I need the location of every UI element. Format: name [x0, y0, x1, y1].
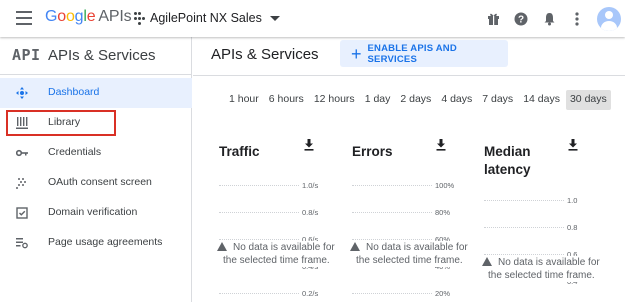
time-range-selector: 1 hour 6 hours 12 hours 1 day 2 days 4 d…: [225, 90, 613, 110]
plus-icon: +: [351, 43, 362, 64]
project-dots-icon: [134, 11, 145, 25]
sidebar-item-page-usage[interactable]: Page usage agreements: [0, 228, 192, 258]
card-title: Traffic: [219, 144, 260, 159]
download-icon[interactable]: [436, 139, 446, 151]
key-icon: [16, 149, 28, 157]
library-highlight-box: [6, 110, 116, 136]
gridline: [219, 185, 299, 186]
sidebar-item-credentials[interactable]: Credentials: [0, 138, 192, 168]
project-name: AgilePoint NX Sales: [150, 11, 262, 25]
api-logo-icon: API: [12, 46, 41, 64]
header-divider: [193, 75, 625, 76]
gridline: [352, 212, 432, 213]
gift-icon[interactable]: [479, 5, 507, 33]
warning-icon: [217, 242, 227, 251]
account-avatar-icon[interactable]: [597, 6, 621, 31]
sidebar: API APIs & Services Dashboard Library Cr…: [0, 37, 192, 302]
help-icon[interactable]: ?: [507, 5, 535, 33]
consent-icon: [16, 178, 26, 189]
download-icon[interactable]: [304, 139, 314, 151]
range-6-hours[interactable]: 6 hours: [265, 90, 308, 110]
sidebar-item-label: Dashboard: [48, 86, 100, 98]
enable-apis-button[interactable]: + ENABLE APIS AND SERVICES: [340, 40, 508, 67]
gridline: [352, 239, 432, 240]
settings-list-icon: [16, 238, 28, 249]
google-apis-logo[interactable]: Google APIs: [45, 8, 132, 26]
project-selector[interactable]: AgilePoint NX Sales: [134, 8, 280, 28]
gridline: [219, 293, 299, 294]
download-icon[interactable]: [568, 139, 578, 151]
range-14-days[interactable]: 14 days: [519, 90, 564, 110]
no-data-message: No data is available for the selected ti…: [217, 241, 337, 267]
sidebar-item-label: Domain verification: [48, 206, 138, 218]
y-tick-label: 1.0: [567, 196, 578, 205]
no-data-message: No data is available for the selected ti…: [482, 256, 602, 282]
range-4-days[interactable]: 4 days: [437, 90, 476, 110]
card-title: Errors: [352, 144, 393, 159]
dropdown-arrow-icon: [269, 15, 280, 21]
no-data-message: No data is available for the selected ti…: [350, 241, 470, 267]
sidebar-item-domain-verification[interactable]: Domain verification: [0, 198, 192, 228]
checkbox-icon: [16, 207, 28, 219]
sidebar-item-dashboard[interactable]: Dashboard: [0, 78, 192, 108]
y-tick-label: 80%: [435, 208, 451, 217]
gridline: [219, 212, 299, 213]
gridline: [352, 293, 432, 294]
y-tick-label: 20%: [435, 289, 451, 298]
notifications-icon[interactable]: [535, 5, 563, 33]
gridline: [352, 185, 432, 186]
sidebar-title: APIs & Services: [48, 47, 156, 64]
menu-icon[interactable]: [16, 11, 32, 25]
more-vert-icon[interactable]: [563, 5, 591, 33]
top-app-bar: Google APIs AgilePoint NX Sales ?: [0, 0, 625, 37]
sidebar-item-label: Credentials: [48, 146, 102, 158]
y-tick-label: 0.8: [567, 223, 578, 232]
gridline: [219, 239, 299, 240]
range-1-day[interactable]: 1 day: [361, 90, 395, 110]
y-tick-label: 100%: [435, 181, 455, 190]
gridline: [484, 254, 564, 255]
range-30-days[interactable]: 30 days: [565, 90, 611, 110]
sidebar-item-label: Page usage agreements: [48, 236, 163, 248]
range-7-days[interactable]: 7 days: [478, 90, 517, 110]
gridline: [484, 227, 564, 228]
sidebar-item-label: OAuth consent screen: [48, 176, 152, 188]
warning-icon: [350, 242, 360, 251]
gridline: [484, 200, 564, 201]
svg-text:?: ?: [518, 14, 524, 25]
range-12-hours[interactable]: 12 hours: [310, 90, 359, 110]
y-tick-label: 0.8/s: [302, 208, 319, 217]
range-1-hour[interactable]: 1 hour: [225, 90, 263, 110]
dashboard-icon: [16, 87, 28, 99]
y-tick-label: 1.0/s: [302, 181, 319, 190]
y-tick-label: 0.2/s: [302, 289, 319, 298]
sidebar-item-oauth-consent[interactable]: OAuth consent screen: [0, 168, 192, 198]
page-title: APIs & Services: [211, 46, 319, 63]
range-2-days[interactable]: 2 days: [396, 90, 435, 110]
warning-icon: [482, 257, 492, 266]
card-title: Median latency: [484, 144, 531, 177]
sidebar-header: API APIs & Services: [0, 37, 192, 75]
